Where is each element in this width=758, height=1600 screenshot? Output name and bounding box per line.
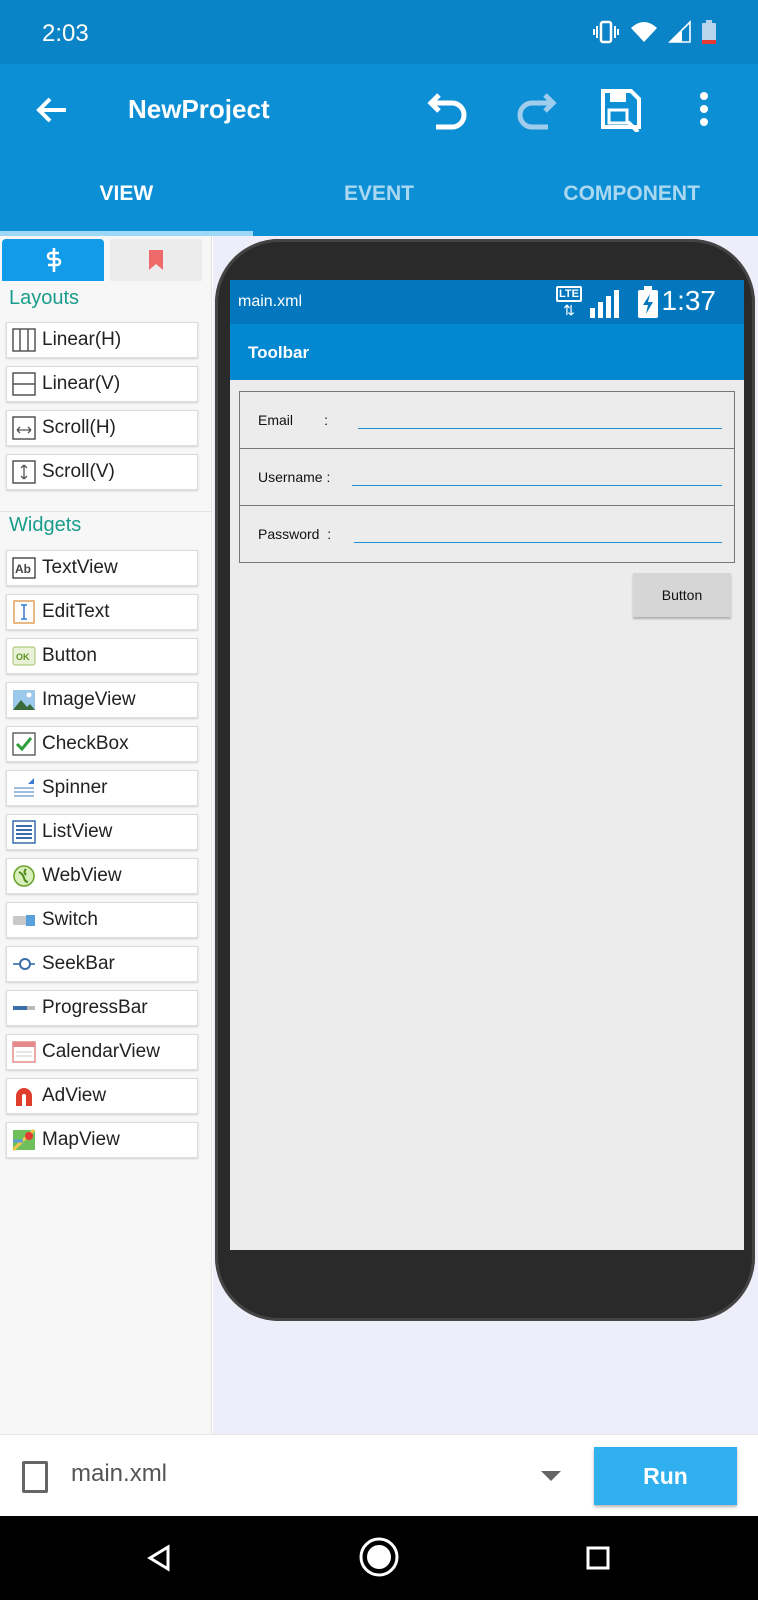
calendarview-icon xyxy=(12,1040,36,1064)
palette-item-scroll-v[interactable]: Scroll(V) xyxy=(6,454,198,490)
preview-lte-icon: LTE ⇅ xyxy=(556,286,582,318)
checkbox-icon xyxy=(12,732,36,756)
preview-toolbar[interactable]: Toolbar xyxy=(230,324,744,380)
vibrate-icon xyxy=(593,20,619,44)
palette-item-spinner[interactable]: Spinner xyxy=(6,770,198,806)
palette-item-edittext[interactable]: EditText xyxy=(6,594,198,630)
file-dropdown-icon[interactable] xyxy=(541,1471,561,1481)
imageview-icon xyxy=(12,688,36,712)
bottom-bar: main.xml Run xyxy=(0,1434,758,1516)
preview-status-bar: main.xml LTE ⇅ 1:37 xyxy=(230,280,744,324)
run-button[interactable]: Run xyxy=(594,1447,737,1505)
password-row[interactable]: Password : xyxy=(240,506,734,563)
palette-item-seekbar[interactable]: SeekBar xyxy=(6,946,198,982)
progressbar-icon xyxy=(12,996,36,1020)
save-icon[interactable] xyxy=(598,86,644,132)
mapview-icon xyxy=(12,1128,36,1152)
palette-item-listview[interactable]: ListView xyxy=(6,814,198,850)
palette-item-textview[interactable]: Ab TextView xyxy=(6,550,198,586)
edittext-icon xyxy=(12,600,36,624)
palette-item-adview[interactable]: AdView xyxy=(6,1078,198,1114)
status-icons xyxy=(592,20,716,44)
palette-item-scroll-h[interactable]: Scroll(H) xyxy=(6,410,198,446)
linear-horizontal-icon xyxy=(12,328,36,352)
linear-vertical-icon xyxy=(12,372,36,396)
username-label: Username : xyxy=(258,469,331,485)
palette-tab-widgets[interactable] xyxy=(2,239,104,281)
preview-signal-icon xyxy=(590,290,619,318)
device-status-bar: 2:03 xyxy=(0,0,758,64)
preview-time: 1:37 xyxy=(661,285,717,316)
preview-button[interactable]: Button xyxy=(633,573,731,617)
palette-item-imageview[interactable]: ImageView xyxy=(6,682,198,718)
more-options-icon[interactable] xyxy=(692,86,716,132)
preview-battery-charging-icon xyxy=(638,286,658,318)
widgets-section-title: Widgets xyxy=(9,514,82,536)
palette-item-calendarview[interactable]: CalendarView xyxy=(6,1034,198,1070)
battery-icon xyxy=(702,20,716,44)
app-bar: NewProject VIEW EVENT COMPONENT xyxy=(0,64,758,236)
system-navigation-bar xyxy=(0,1516,758,1600)
widget-palette: Layouts Linear(H) Linear(V) Scroll(H) Sc… xyxy=(0,236,212,1434)
preview-file-name: main.xml xyxy=(238,293,303,310)
palette-item-mapview[interactable]: MapView xyxy=(6,1122,198,1158)
bookmark-icon xyxy=(149,250,163,270)
palette-tab-bookmarks[interactable] xyxy=(110,239,202,281)
scroll-vertical-icon xyxy=(12,460,36,484)
current-file-name[interactable]: main.xml xyxy=(71,1460,167,1488)
listview-icon xyxy=(12,820,36,844)
email-field[interactable] xyxy=(358,428,722,429)
tab-bar: VIEW EVENT COMPONENT xyxy=(0,166,758,236)
username-field[interactable] xyxy=(352,485,722,486)
nav-recents-icon[interactable] xyxy=(586,1546,610,1570)
palette-item-progressbar[interactable]: ProgressBar xyxy=(6,990,198,1026)
scroll-horizontal-icon xyxy=(12,416,36,440)
back-arrow-icon[interactable] xyxy=(30,88,74,132)
redo-icon[interactable] xyxy=(512,86,558,132)
webview-icon xyxy=(12,864,36,888)
login-form: Email : Username : Password : xyxy=(239,391,735,563)
preview-screen[interactable]: main.xml LTE ⇅ 1:37 Toolbar Email : User… xyxy=(230,280,744,1250)
tab-component[interactable]: COMPONENT xyxy=(505,166,758,236)
cell-signal-icon xyxy=(668,20,691,43)
wifi-icon xyxy=(631,22,657,42)
password-label: Password : xyxy=(258,526,332,542)
nav-home-icon[interactable] xyxy=(358,1536,400,1578)
email-label: Email : xyxy=(258,412,329,428)
preview-toolbar-title: Toolbar xyxy=(248,343,310,362)
spinner-icon xyxy=(12,776,36,800)
palette-item-button[interactable]: OK Button xyxy=(6,638,198,674)
seekbar-icon xyxy=(12,952,36,976)
textview-icon: Ab xyxy=(12,556,36,580)
palette-item-switch[interactable]: Switch xyxy=(6,902,198,938)
file-icon xyxy=(22,1461,48,1493)
layouts-section-title: Layouts xyxy=(9,287,80,309)
tab-event[interactable]: EVENT xyxy=(253,166,506,236)
username-row[interactable]: Username : xyxy=(240,449,734,506)
palette-item-checkbox[interactable]: CheckBox xyxy=(6,726,198,762)
nav-back-icon[interactable] xyxy=(146,1544,172,1572)
button-icon: OK xyxy=(12,644,36,668)
password-field[interactable] xyxy=(354,542,722,543)
section-divider xyxy=(0,511,212,512)
adview-icon xyxy=(12,1084,36,1108)
palette-item-linear-v[interactable]: Linear(V) xyxy=(6,366,198,402)
svg-text:Ab: Ab xyxy=(15,562,31,576)
switch-icon xyxy=(12,908,36,932)
tab-view[interactable]: VIEW xyxy=(0,166,253,236)
project-title: NewProject xyxy=(128,94,270,124)
svg-text:OK: OK xyxy=(16,652,30,662)
status-time: 2:03 xyxy=(42,20,89,47)
palette-item-webview[interactable]: WebView xyxy=(6,858,198,894)
palette-item-linear-h[interactable]: Linear(H) xyxy=(6,322,198,358)
email-row[interactable]: Email : xyxy=(240,392,734,449)
undo-icon[interactable] xyxy=(426,86,472,132)
widgets-tab-icon xyxy=(46,248,62,272)
